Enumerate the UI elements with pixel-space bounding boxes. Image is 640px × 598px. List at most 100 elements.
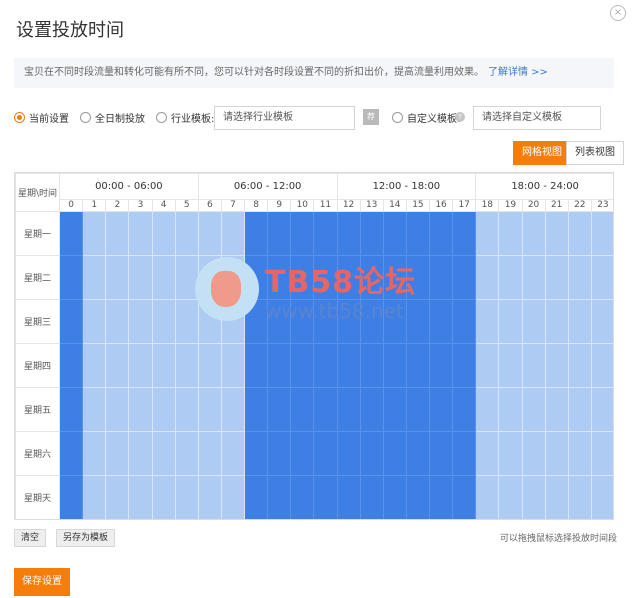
time-slot-cell[interactable] bbox=[567, 387, 592, 432]
time-slot-cell[interactable] bbox=[267, 299, 292, 344]
time-slot-cell[interactable] bbox=[290, 299, 315, 344]
time-slot-cell[interactable] bbox=[452, 475, 477, 519]
time-slot-cell[interactable] bbox=[128, 211, 153, 256]
time-slot-cell[interactable] bbox=[521, 431, 546, 476]
time-slot-cell[interactable] bbox=[405, 431, 431, 476]
time-slot-cell[interactable] bbox=[521, 211, 546, 256]
time-slot-cell[interactable] bbox=[336, 343, 361, 388]
time-slot-cell[interactable] bbox=[58, 431, 84, 476]
time-slot-cell[interactable] bbox=[267, 387, 292, 432]
time-slot-cell[interactable] bbox=[544, 475, 569, 519]
time-slot-cell[interactable] bbox=[58, 343, 84, 388]
time-slot-cell[interactable] bbox=[82, 211, 107, 256]
time-slot-cell[interactable] bbox=[590, 255, 613, 300]
time-slot-cell[interactable] bbox=[267, 343, 292, 388]
time-slot-cell[interactable] bbox=[105, 387, 130, 432]
time-slot-cell[interactable] bbox=[521, 299, 546, 344]
time-slot-cell[interactable] bbox=[428, 255, 454, 300]
time-slot-cell[interactable] bbox=[290, 255, 315, 300]
time-slot-cell[interactable] bbox=[567, 255, 592, 300]
time-slot-cell[interactable] bbox=[58, 211, 84, 256]
time-slot-cell[interactable] bbox=[82, 431, 107, 476]
time-slot-cell[interactable] bbox=[174, 475, 199, 519]
time-slot-cell[interactable] bbox=[220, 343, 246, 388]
time-slot-cell[interactable] bbox=[336, 475, 361, 519]
radio-all-day[interactable]: 全日制投放 bbox=[80, 110, 145, 125]
time-slot-cell[interactable] bbox=[82, 299, 107, 344]
time-slot-cell[interactable] bbox=[105, 299, 130, 344]
time-slot-cell[interactable] bbox=[590, 299, 613, 344]
time-slot-cell[interactable] bbox=[359, 343, 384, 388]
time-slot-cell[interactable] bbox=[174, 387, 199, 432]
time-slot-cell[interactable] bbox=[544, 211, 569, 256]
time-slot-cell[interactable] bbox=[58, 475, 84, 519]
time-slot-cell[interactable] bbox=[590, 343, 613, 388]
time-slot-cell[interactable] bbox=[405, 255, 431, 300]
time-slot-cell[interactable] bbox=[336, 255, 361, 300]
time-slot-cell[interactable] bbox=[174, 255, 199, 300]
time-slot-cell[interactable] bbox=[567, 343, 592, 388]
time-slot-cell[interactable] bbox=[498, 387, 523, 432]
time-slot-cell[interactable] bbox=[243, 343, 269, 388]
time-slot-cell[interactable] bbox=[544, 255, 569, 300]
time-slot-cell[interactable] bbox=[197, 431, 222, 476]
time-slot-cell[interactable] bbox=[313, 475, 338, 519]
time-slot-cell[interactable] bbox=[197, 475, 222, 519]
time-slot-cell[interactable] bbox=[498, 431, 523, 476]
time-slot-cell[interactable] bbox=[428, 387, 454, 432]
time-slot-cell[interactable] bbox=[544, 299, 569, 344]
radio-custom-template[interactable]: 自定义模板: bbox=[392, 110, 460, 125]
time-slot-cell[interactable] bbox=[521, 387, 546, 432]
close-icon[interactable]: × bbox=[610, 5, 626, 21]
time-slot-cell[interactable] bbox=[290, 431, 315, 476]
time-slot-cell[interactable] bbox=[243, 211, 269, 256]
time-slot-cell[interactable] bbox=[498, 343, 523, 388]
time-slot-cell[interactable] bbox=[382, 387, 407, 432]
time-slot-cell[interactable] bbox=[428, 343, 454, 388]
grid-view-tab[interactable]: 网格视图 bbox=[513, 141, 571, 165]
time-slot-cell[interactable] bbox=[336, 431, 361, 476]
time-slot-cell[interactable] bbox=[105, 343, 130, 388]
time-slot-cell[interactable] bbox=[359, 475, 384, 519]
time-slot-cell[interactable] bbox=[220, 475, 246, 519]
time-slot-cell[interactable] bbox=[428, 211, 454, 256]
time-slot-cell[interactable] bbox=[452, 255, 477, 300]
time-slot-cell[interactable] bbox=[359, 299, 384, 344]
time-slot-cell[interactable] bbox=[382, 475, 407, 519]
time-slot-cell[interactable] bbox=[313, 255, 338, 300]
time-slot-cell[interactable] bbox=[197, 211, 222, 256]
time-slot-cell[interactable] bbox=[128, 299, 153, 344]
time-slot-cell[interactable] bbox=[151, 431, 176, 476]
time-slot-cell[interactable] bbox=[382, 343, 407, 388]
time-slot-cell[interactable] bbox=[290, 387, 315, 432]
time-slot-cell[interactable] bbox=[220, 255, 246, 300]
industry-template-select[interactable]: 请选择行业模板 bbox=[214, 106, 355, 130]
time-slot-cell[interactable] bbox=[220, 211, 246, 256]
time-slot-cell[interactable] bbox=[452, 387, 477, 432]
time-slot-cell[interactable] bbox=[567, 431, 592, 476]
time-slot-cell[interactable] bbox=[428, 431, 454, 476]
list-view-tab[interactable]: 列表视图 bbox=[566, 141, 624, 165]
time-slot-cell[interactable] bbox=[405, 343, 431, 388]
time-slot-cell[interactable] bbox=[290, 475, 315, 519]
time-slot-cell[interactable] bbox=[475, 431, 500, 476]
time-slot-cell[interactable] bbox=[290, 211, 315, 256]
time-slot-cell[interactable] bbox=[452, 299, 477, 344]
time-slot-cell[interactable] bbox=[359, 211, 384, 256]
time-slot-cell[interactable] bbox=[590, 211, 613, 256]
time-slot-cell[interactable] bbox=[521, 475, 546, 519]
time-slot-cell[interactable] bbox=[151, 343, 176, 388]
time-slot-cell[interactable] bbox=[82, 387, 107, 432]
save-as-template-button[interactable]: 另存为模板 bbox=[56, 529, 116, 547]
time-slot-cell[interactable] bbox=[174, 211, 199, 256]
time-slot-cell[interactable] bbox=[567, 475, 592, 519]
time-slot-cell[interactable] bbox=[267, 211, 292, 256]
time-slot-cell[interactable] bbox=[151, 211, 176, 256]
time-slot-cell[interactable] bbox=[197, 299, 222, 344]
time-slot-cell[interactable] bbox=[475, 475, 500, 519]
time-slot-cell[interactable] bbox=[313, 211, 338, 256]
help-icon[interactable]: ? bbox=[455, 112, 465, 122]
time-slot-cell[interactable] bbox=[82, 475, 107, 519]
time-slot-cell[interactable] bbox=[382, 431, 407, 476]
time-slot-cell[interactable] bbox=[567, 211, 592, 256]
